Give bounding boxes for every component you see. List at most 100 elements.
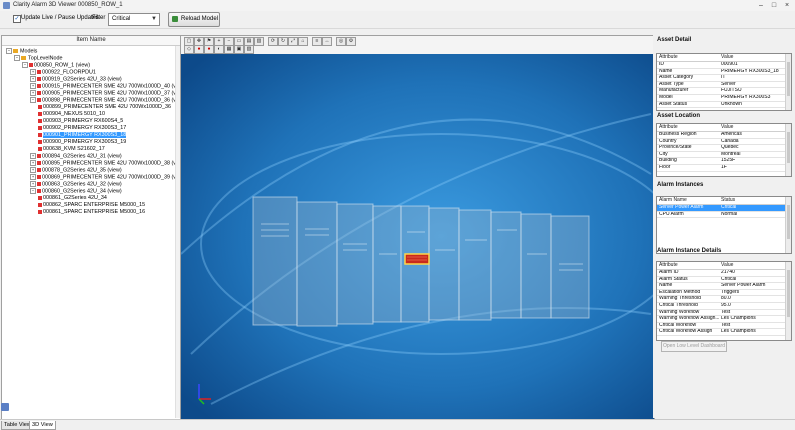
tree-item[interactable]: 000638_KVM S21602_17 xyxy=(38,146,105,152)
tree-item[interactable]: 000861_SPARC ENTERPRISE M5000_16 xyxy=(38,209,145,215)
rack[interactable] xyxy=(336,203,374,325)
tree-item[interactable]: −000898_PRIMECENTER SME 42U 700Wx1000D_3… xyxy=(30,97,186,103)
tree-item[interactable]: 000861_G2Series 42U_34 xyxy=(38,195,107,201)
grid-row[interactable]: Country Canada xyxy=(657,139,791,146)
grid-column-header[interactable]: Value xyxy=(721,124,785,131)
scrollbar-thumb[interactable] xyxy=(787,62,790,96)
collapse-icon[interactable]: − xyxy=(30,97,36,103)
expand-icon[interactable]: + xyxy=(30,181,36,187)
grid-row[interactable]: Warning Threshold 80.0 xyxy=(657,296,791,303)
tree-column-header[interactable]: Item Name xyxy=(2,36,180,46)
grid-icon[interactable]: ▦ xyxy=(224,45,234,54)
grid-row[interactable]: Asset Type Server xyxy=(657,82,791,89)
grid-row[interactable]: Province/State Quebec xyxy=(657,145,791,152)
grid-column-header[interactable]: Status xyxy=(721,197,785,204)
grid-scrollbar[interactable] xyxy=(785,197,791,253)
expand-icon[interactable]: + xyxy=(30,174,36,180)
tree-item[interactable]: 000904_NEXUS 5010_10 xyxy=(38,111,105,117)
scrollbar-thumb[interactable] xyxy=(787,132,790,164)
grid-row[interactable]: Warning Workflow Assign... Les Champions xyxy=(657,316,791,323)
grid-column-header[interactable]: Attribute xyxy=(659,262,719,269)
expand-icon[interactable]: + xyxy=(30,76,36,82)
collapse-icon[interactable]: − xyxy=(22,62,28,68)
tree-item[interactable]: 000903_PRIMERGY RX600S4_5 xyxy=(38,118,123,124)
grid-row[interactable]: City Montreal xyxy=(657,152,791,159)
grid-row[interactable]: Manufacturer FUJITSU xyxy=(657,88,791,95)
alarm-instances-grid[interactable]: Alarm Name Status Server Power Alarm Critic… xyxy=(656,196,792,254)
tree-item[interactable]: +000878_G2Series 42U_35 (view) xyxy=(30,167,122,173)
grid-row[interactable]: CPU Alarm Normal xyxy=(657,212,791,219)
camera-tool-icon[interactable]: ◎ xyxy=(336,37,346,46)
close-icon[interactable]: × xyxy=(781,1,793,10)
collapse-icon[interactable]: − xyxy=(14,55,20,61)
wireframe-icon[interactable]: ◇ xyxy=(184,45,194,54)
grid-column-header[interactable]: Value xyxy=(721,54,785,61)
home-view-icon[interactable]: ⌂ xyxy=(298,37,308,46)
tree-item[interactable]: −000850_ROW_1 (view) xyxy=(22,62,90,68)
rack[interactable] xyxy=(490,211,522,319)
expand-icon[interactable]: + xyxy=(30,160,36,166)
grid-row[interactable]: Critical Workflow Assign Les Champions xyxy=(657,329,791,336)
rack[interactable] xyxy=(550,215,590,319)
layer-tool-icon[interactable]: ≡ xyxy=(312,37,322,46)
tree-item[interactable]: −000860_G2Series 42U_34 (view) xyxy=(30,188,122,194)
filter-select[interactable]: Critical ▼ xyxy=(108,13,160,26)
tree-item[interactable]: +000869_PRIMECENTER SME 42U 700Wx1000D_3… xyxy=(30,174,186,180)
tree-item[interactable]: +000922_FLOORPDU1 xyxy=(30,69,96,75)
grid-row[interactable]: Model PRIMERGY RX300S3 xyxy=(657,95,791,102)
scrollbar-thumb[interactable] xyxy=(787,270,790,317)
grid-row[interactable]: Critical Threshold 95.0 xyxy=(657,303,791,310)
tree-item[interactable]: +000915_PRIMECENTER SME 42U 700Wx1000D_4… xyxy=(30,83,186,89)
grid-column-header[interactable]: Alarm Name xyxy=(659,197,719,204)
3d-scene[interactable] xyxy=(181,54,654,419)
grid-row[interactable]: Asset Status Unknown xyxy=(657,102,791,109)
grid-column-header[interactable]: Attribute xyxy=(659,54,719,61)
tree-item[interactable]: 000902_PRIMERGY RX300S3_17 xyxy=(38,125,126,131)
grid-row[interactable]: Server Power Alarm Critical xyxy=(657,205,791,212)
stop-icon[interactable]: ● xyxy=(194,45,204,54)
tree-item[interactable]: +000905_PRIMECENTER SME 42U 700Wx1000D_3… xyxy=(30,90,186,96)
tree-footer-icon[interactable] xyxy=(1,403,9,411)
asset-detail-grid[interactable]: Attribute Value ID 000901 Name PRIMERGY RX300… xyxy=(656,53,792,111)
grid-row[interactable]: Warning Workflow Test xyxy=(657,310,791,317)
grid-row[interactable]: Critical Workflow Test xyxy=(657,323,791,330)
screenshot-icon[interactable]: ▧ xyxy=(244,45,254,54)
scrollbar-thumb[interactable] xyxy=(787,205,790,239)
update-live-checkbox[interactable]: ✓ xyxy=(13,15,21,23)
tree-item[interactable]: +000863_G2Series 42U_32 (view) xyxy=(30,181,122,187)
grid-scrollbar[interactable] xyxy=(785,54,791,110)
tree-item[interactable]: 000899_PRIMECENTER SME 42U 700Wx1000D_36 xyxy=(38,104,171,110)
collapse-icon[interactable]: − xyxy=(30,188,36,194)
grid-row[interactable]: Name PRIMERGY RX300S3_18 xyxy=(657,69,791,76)
tree-item[interactable]: +000895_PRIMECENTER SME 42U 700Wx1000D_3… xyxy=(30,160,186,166)
tree-item[interactable]: 000862_SPARC ENTERPRISE M5000_15 xyxy=(38,202,145,208)
grid-row[interactable]: Alarm ID 21740 xyxy=(657,270,791,277)
view-side-icon[interactable]: ▥ xyxy=(254,37,264,46)
measure-tool-icon[interactable]: ↔ xyxy=(322,37,332,46)
shade-icon[interactable]: ◐ xyxy=(214,45,224,54)
grid-column-header[interactable]: Value xyxy=(721,262,785,269)
rotate-tool-icon[interactable]: ↻ xyxy=(278,37,288,46)
grid-scrollbar[interactable] xyxy=(785,124,791,176)
tree-item[interactable]: − Models xyxy=(6,48,37,54)
box-icon[interactable]: ▣ xyxy=(234,45,244,54)
expand-icon[interactable]: + xyxy=(30,69,36,75)
rack[interactable] xyxy=(458,209,492,321)
tree-item[interactable]: +000894_G2Series 42U_31 (view) xyxy=(30,153,122,159)
tree-item[interactable]: − TopLevelNode xyxy=(14,55,62,61)
expand-icon[interactable]: + xyxy=(30,90,36,96)
asset-location-grid[interactable]: Attribute Value Business Region Americas Cou… xyxy=(656,123,792,177)
rack[interactable] xyxy=(296,201,338,327)
alarm-details-grid[interactable]: Attribute Value Alarm ID 21740 Alarm Status C… xyxy=(656,261,792,341)
grid-row[interactable]: Business Region Americas xyxy=(657,132,791,139)
tree-item[interactable]: +000919_G2Series 42U_33 (view) xyxy=(30,76,122,82)
minimize-icon[interactable]: – xyxy=(755,1,767,10)
grid-row[interactable]: Escalation Method Triggers xyxy=(657,290,791,297)
grid-column-header[interactable]: Attribute xyxy=(659,124,719,131)
open-dashboard-button[interactable]: Open Low Level Dashboard xyxy=(661,341,727,352)
record-icon[interactable]: ● xyxy=(204,45,214,54)
tree-item[interactable]: 000900_PRIMERGY RX300S3_19 xyxy=(38,139,126,145)
expand-icon[interactable]: + xyxy=(30,153,36,159)
grid-row[interactable]: Alarm Status Critical xyxy=(657,277,791,284)
settings-tool-icon[interactable]: ⚙ xyxy=(346,37,356,46)
